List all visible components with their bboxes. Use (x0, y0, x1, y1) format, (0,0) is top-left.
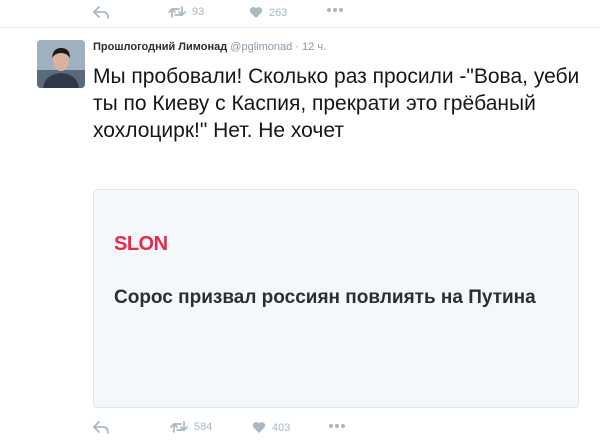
tweet-actions: 584 403 (0, 412, 600, 442)
like-button[interactable]: 403 (252, 421, 290, 434)
retweet-icon (170, 421, 188, 433)
tweet-timestamp[interactable]: 12 ч. (302, 41, 326, 53)
retweet-icon (168, 6, 186, 18)
card-source-logo: SLON (114, 233, 168, 255)
like-icon (252, 422, 266, 433)
avatar-image (37, 40, 85, 88)
reply-icon (93, 421, 109, 434)
prev-retweet-count: 93 (192, 6, 205, 18)
retweet-button[interactable]: 584 (170, 421, 212, 433)
tweet-text: Мы пробовали! Сколько раз просили -"Вова… (93, 65, 580, 142)
prev-like-count: 263 (269, 6, 288, 19)
more-button[interactable] (328, 423, 346, 429)
card-title: Сорос призвал россиян повлиять на Путина (114, 287, 536, 308)
previous-tweet-actions: 93 263 (0, 0, 600, 28)
link-card[interactable]: SLON Сорос призвал россиян повлиять на П… (93, 189, 579, 408)
prev-more-button[interactable] (326, 7, 344, 13)
prev-like-button[interactable]: 263 (249, 6, 287, 19)
tweet-header: Прошлогодний Лимонад @pglimonad · 12 ч. (93, 41, 326, 53)
tweet: Прошлогодний Лимонад @pglimonad · 12 ч. … (0, 28, 600, 445)
like-icon (249, 7, 263, 19)
reply-icon (93, 6, 109, 19)
retweet-count: 584 (194, 421, 213, 433)
like-count: 403 (272, 421, 291, 434)
prev-retweet-button[interactable]: 93 (168, 6, 204, 18)
avatar[interactable] (37, 40, 85, 88)
prev-reply-button[interactable] (93, 6, 109, 19)
author-name[interactable]: Прошлогодний Лимонад (93, 41, 227, 53)
header-separator: · (295, 41, 299, 53)
author-handle[interactable]: @pglimonad (230, 41, 292, 53)
more-icon (327, 8, 343, 12)
reply-button[interactable] (93, 421, 109, 434)
more-icon (329, 424, 345, 428)
